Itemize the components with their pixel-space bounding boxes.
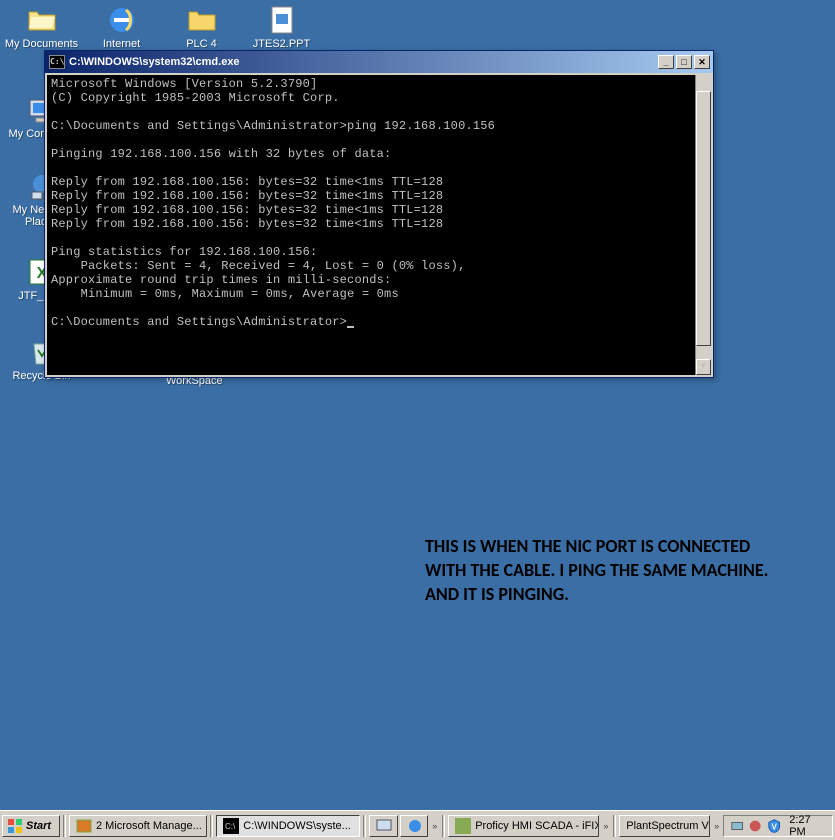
scroll-thumb[interactable] (696, 91, 711, 346)
mmc-icon (76, 818, 92, 834)
taskbar-separator (442, 815, 445, 837)
annotation-text: THIS IS WHEN THE NIC PORT IS CONNECTED W… (425, 534, 785, 606)
clock[interactable]: 2:27 PM (785, 814, 826, 838)
taskbar: Start 2 Microsoft Manage... ▼ C:\ C:\WIN… (0, 810, 835, 840)
file-icon (266, 4, 298, 36)
start-button[interactable]: Start (2, 815, 60, 837)
scroll-down-button[interactable]: ▼ (696, 359, 711, 375)
taskbar-item-plantspectrum[interactable]: PlantSpectrum V5 (619, 815, 710, 837)
ie-icon (407, 818, 423, 834)
system-tray: V 2:27 PM (723, 815, 833, 837)
task-label: 2 Microsoft Manage... (96, 820, 202, 832)
icon-label: PLC 4 (164, 38, 239, 50)
cmd-window[interactable]: C:\ C:\WINDOWS\system32\cmd.exe _ □ ✕ Mi… (44, 50, 714, 378)
app-icon (455, 818, 471, 834)
taskbar-quicklaunch-ie[interactable] (400, 815, 429, 837)
task-label: PlantSpectrum V5 (626, 820, 710, 832)
task-label: C:\WINDOWS\syste... (243, 820, 351, 832)
folder-icon (186, 4, 218, 36)
chevron-icon[interactable]: » (430, 821, 439, 831)
taskbar-separator (210, 815, 213, 837)
taskbar-separator (613, 815, 616, 837)
chevron-icon[interactable]: » (712, 821, 721, 831)
chevron-icon[interactable]: » (601, 821, 610, 831)
taskbar-item-mmc[interactable]: 2 Microsoft Manage... ▼ (69, 815, 207, 837)
desktop-icon-my-documents[interactable]: My Documents (4, 4, 79, 50)
folder-open-icon (26, 4, 58, 36)
tray-icon-2[interactable] (748, 818, 762, 834)
cmd-output[interactable]: Microsoft Windows [Version 5.2.3790] (C)… (47, 75, 711, 375)
svg-text:V: V (771, 822, 777, 831)
start-label: Start (26, 820, 51, 832)
close-button[interactable]: ✕ (694, 55, 710, 69)
cmd-icon: C:\ (223, 818, 239, 834)
desktop-icon (376, 818, 392, 834)
maximize-button[interactable]: □ (676, 55, 692, 69)
icon-label: My Documents (4, 38, 79, 50)
windows-logo-icon (7, 818, 23, 834)
taskbar-item-cmd[interactable]: C:\ C:\WINDOWS\syste... (216, 815, 360, 837)
tray-icon-1[interactable] (730, 818, 744, 834)
antivirus-icon[interactable]: V (767, 818, 781, 834)
taskbar-item-proficy[interactable]: Proficy HMI SCADA - iFIX 4.0 (448, 815, 599, 837)
desktop-icon-folder[interactable]: PLC 4 (164, 4, 239, 50)
scroll-track[interactable] (696, 91, 711, 359)
titlebar[interactable]: C:\ C:\WINDOWS\system32\cmd.exe _ □ ✕ (45, 51, 713, 73)
desktop-icon-internet[interactable]: Internet (84, 4, 159, 50)
minimize-button[interactable]: _ (658, 55, 674, 69)
window-title: C:\WINDOWS\system32\cmd.exe (69, 56, 658, 68)
desktop-icon-file[interactable]: JTES2.PPT (244, 4, 319, 50)
svg-text:C:\: C:\ (225, 822, 236, 831)
taskbar-separator (63, 815, 66, 837)
ie-icon (106, 4, 138, 36)
task-label: Proficy HMI SCADA - iFIX 4.0 (475, 820, 599, 832)
icon-label: Internet (84, 38, 159, 50)
scrollbar[interactable]: ▲ ▼ (695, 75, 711, 375)
cmd-title-icon: C:\ (49, 55, 65, 69)
taskbar-quicklaunch-1[interactable] (369, 815, 398, 837)
cursor (347, 326, 354, 328)
taskbar-separator (363, 815, 366, 837)
icon-label: JTES2.PPT (244, 38, 319, 50)
